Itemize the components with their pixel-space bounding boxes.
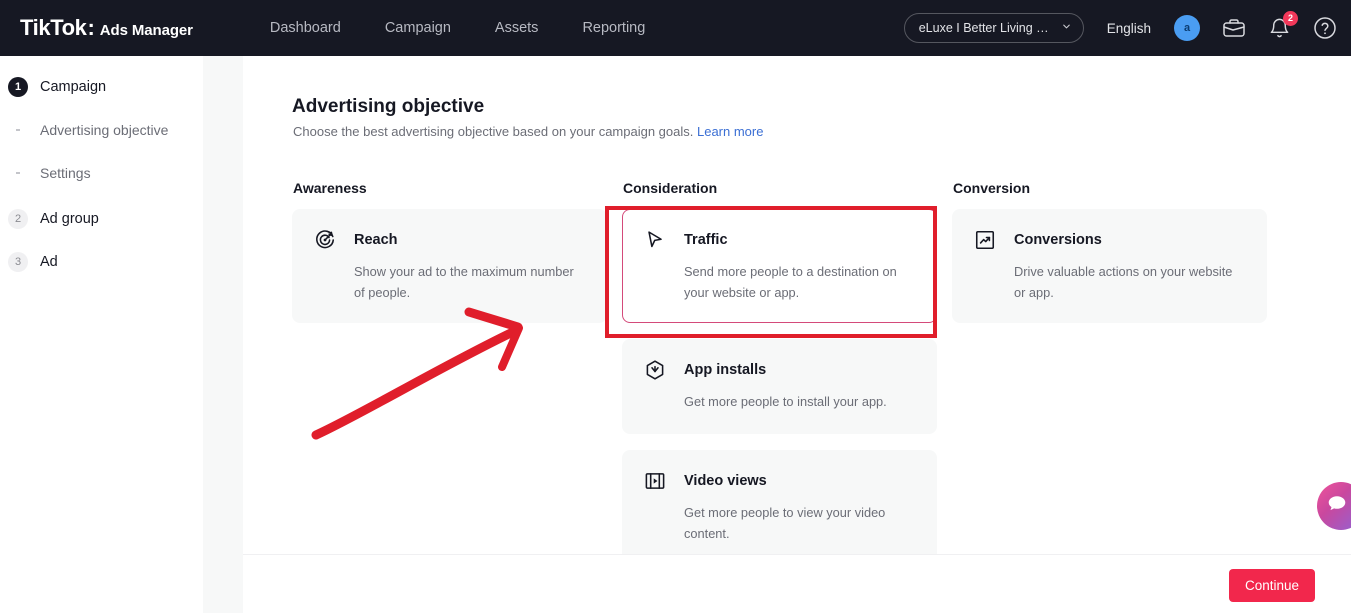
campaign-steps-sidebar: 1 Campaign Advertising objective Setting… xyxy=(0,56,203,613)
objective-card-app-installs-title: App installs xyxy=(684,362,767,379)
page-description-text: Choose the best advertising objective ba… xyxy=(293,124,694,139)
logo-colon: : xyxy=(87,15,95,40)
sidebar-item-settings[interactable]: Settings xyxy=(0,156,203,190)
hexagon-download-icon xyxy=(644,359,666,381)
step-number-2: 2 xyxy=(8,209,28,229)
column-heading-consideration: Consideration xyxy=(623,180,718,196)
objective-card-conversions-description: Drive valuable actions on your website o… xyxy=(1014,264,1233,300)
nav-campaign[interactable]: Campaign xyxy=(385,20,451,36)
page-description: Choose the best advertising objective ba… xyxy=(293,124,763,139)
footer-action-bar: Continue xyxy=(243,554,1351,613)
top-header-bar: TikTok: Ads Manager Dashboard Campaign A… xyxy=(0,0,1351,56)
bell-icon[interactable]: 2 xyxy=(1268,10,1298,40)
main-content-area: Advertising objective Choose the best ad… xyxy=(243,56,1351,554)
bullet-dash-icon xyxy=(8,172,28,174)
nav-dashboard[interactable]: Dashboard xyxy=(270,20,341,36)
avatar-initial: a xyxy=(1183,22,1191,34)
column-consideration: Consideration Traffic Send more people t… xyxy=(622,180,951,554)
sidebar-step-ad-group-label: Ad group xyxy=(40,211,99,227)
logo-tiktok-text: TikTok xyxy=(20,15,87,40)
sidebar-item-advertising-objective[interactable]: Advertising objective xyxy=(0,113,203,147)
objective-card-video-views-title: Video views xyxy=(684,473,767,490)
sidebar-step-ad[interactable]: 3 Ad xyxy=(0,245,203,279)
column-heading-conversion: Conversion xyxy=(953,180,1031,196)
sidebar-step-ad-label: Ad xyxy=(40,254,58,270)
objective-card-reach-description: Show your ad to the maximum number of pe… xyxy=(354,264,574,300)
help-circle-icon[interactable] xyxy=(1313,16,1337,40)
objective-card-conversions-title: Conversions xyxy=(1014,232,1102,248)
objective-card-conversions[interactable]: Conversions Drive valuable actions on yo… xyxy=(952,209,1267,324)
target-arrow-icon xyxy=(314,229,336,251)
column-heading-awareness: Awareness xyxy=(293,180,367,196)
logo-ads-manager-text: Ads Manager xyxy=(99,22,193,39)
step-number-1: 1 xyxy=(8,77,28,97)
notification-badge: 2 xyxy=(1283,10,1298,26)
nav-reporting[interactable]: Reporting xyxy=(582,20,645,36)
account-selector[interactable]: eLuxe I Better Living Sh... xyxy=(903,13,1084,43)
page-title: Advertising objective xyxy=(292,96,485,117)
nav-assets[interactable]: Assets xyxy=(495,20,539,36)
continue-button[interactable]: Continue xyxy=(1229,569,1315,602)
chat-bubble-icon xyxy=(1325,492,1349,521)
briefcase-icon[interactable] xyxy=(1222,16,1246,40)
cursor-pointer-icon xyxy=(644,229,666,251)
objective-card-traffic[interactable]: Traffic Send more people to a destinatio… xyxy=(622,209,937,324)
layout-gutter xyxy=(203,56,243,613)
objective-card-video-views-description: Get more people to view your video conte… xyxy=(684,505,886,542)
step-number-3: 3 xyxy=(8,252,28,272)
objective-card-traffic-title: Traffic xyxy=(684,232,728,248)
header-right-cluster: eLuxe I Better Living Sh... English a 2 xyxy=(903,0,1337,56)
objective-card-app-installs[interactable]: App installs Get more people to install … xyxy=(622,339,937,435)
tiktok-ads-manager-page: TikTok: Ads Manager Dashboard Campaign A… xyxy=(0,0,1351,613)
objective-card-reach-title: Reach xyxy=(354,232,398,248)
sidebar-step-campaign-label: Campaign xyxy=(40,79,107,95)
app-logo[interactable]: TikTok: Ads Manager xyxy=(20,15,193,41)
chevron-down-icon xyxy=(1061,21,1072,35)
column-conversion: Conversion Conversions Drive valuable ac… xyxy=(952,180,1281,554)
objective-card-reach[interactable]: Reach Show your ad to the maximum number… xyxy=(292,209,607,324)
objective-card-app-installs-description: Get more people to install your app. xyxy=(684,394,887,410)
learn-more-link[interactable]: Learn more xyxy=(697,124,763,139)
objective-card-traffic-description: Send more people to a destination on you… xyxy=(684,264,897,300)
language-selector[interactable]: English xyxy=(1107,21,1151,36)
sidebar-item-advertising-objective-label: Advertising objective xyxy=(40,122,169,138)
main-navigation: Dashboard Campaign Assets Reporting xyxy=(270,20,645,36)
objective-columns: Awareness Reach Show your ad to the maxi… xyxy=(292,180,1302,554)
sidebar-step-campaign[interactable]: 1 Campaign xyxy=(0,70,203,104)
avatar[interactable]: a xyxy=(1174,15,1200,41)
objective-card-video-views[interactable]: Video views Get more people to view your… xyxy=(622,450,937,554)
film-play-icon xyxy=(644,470,666,492)
bullet-dash-icon xyxy=(8,129,28,131)
account-name-label: eLuxe I Better Living Sh... xyxy=(918,21,1056,35)
column-awareness: Awareness Reach Show your ad to the maxi… xyxy=(292,180,621,554)
trend-up-box-icon xyxy=(974,229,996,251)
sidebar-step-ad-group[interactable]: 2 Ad group xyxy=(0,202,203,236)
sidebar-item-settings-label: Settings xyxy=(40,165,91,181)
